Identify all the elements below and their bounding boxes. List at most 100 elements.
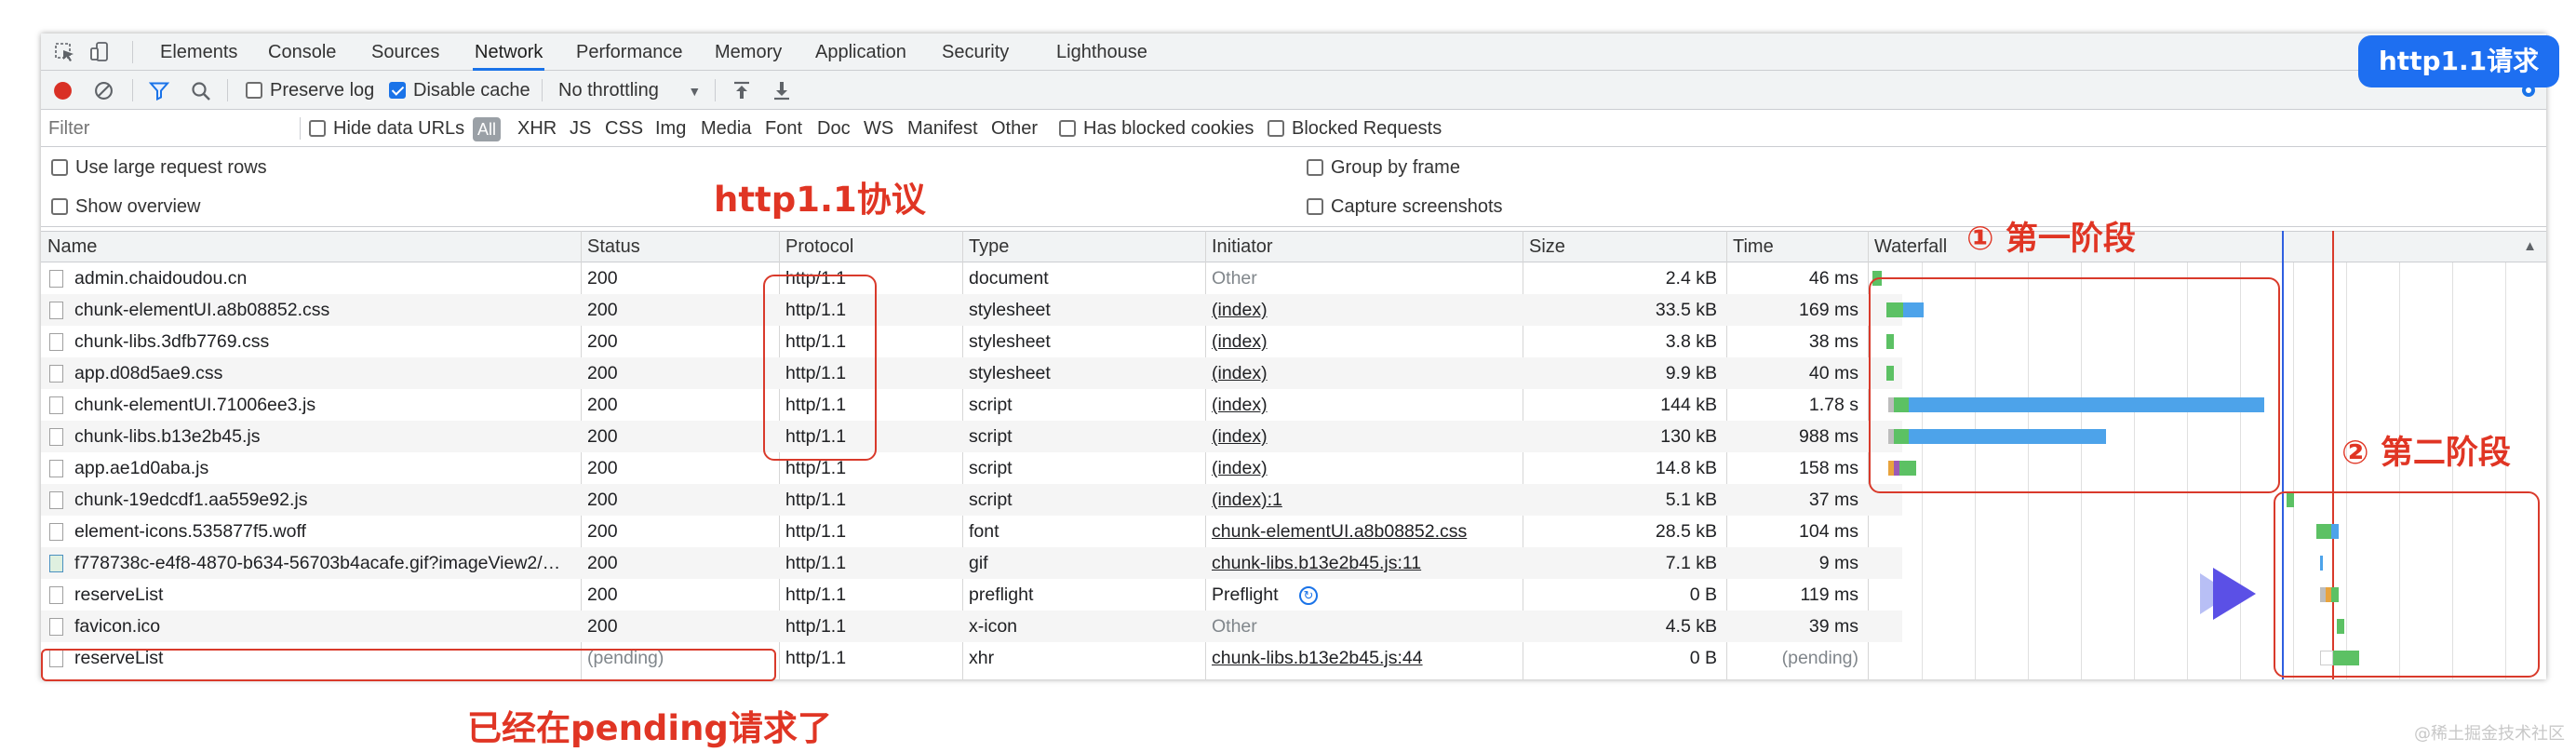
cell-initiator[interactable]: chunk-libs.b13e2b45.js:11 [1212,547,1519,579]
table-row[interactable]: app.ae1d0aba.js 200 http/1.1 script (index) 1… [41,452,1902,484]
table-row[interactable]: chunk-libs.b13e2b45.js 200 http/1.1 script(… [41,421,1902,452]
cell-name[interactable]: app.ae1d0aba.js [74,452,577,484]
hide-data-urls-label: Hide data URLs [333,118,465,139]
filter-type-font[interactable]: Font [765,110,802,147]
checkbox-box[interactable] [51,198,68,215]
cell-initiator[interactable]: (index) [1212,389,1519,421]
tab-performance[interactable]: Performance [576,34,683,71]
column-header-waterfall[interactable]: Waterfall [1868,232,1947,262]
cell-initiator[interactable]: (index) [1212,326,1519,357]
cell-initiator[interactable]: (index) [1212,452,1519,484]
filter-type-js[interactable]: JS [570,110,591,147]
requests-table-header: Name Status Protocol Type Initiator Size… [41,231,2546,262]
record-icon[interactable] [53,81,73,101]
table-row[interactable]: favicon.ico 200 http/1.1 x-icon Other 4.5 kB 3… [41,611,1902,642]
checkbox-box-checked[interactable] [389,82,406,99]
filter-type-all[interactable]: All [473,117,501,141]
checkbox-box[interactable] [1059,120,1076,137]
filter-type-manifest[interactable]: Manifest [907,110,978,147]
filter-icon[interactable] [149,81,169,101]
tab-application[interactable]: Application [815,34,906,71]
cell-name[interactable]: admin.chaidoudou.cn [74,262,577,294]
table-row[interactable]: chunk-elementUI.71006ee3.js 200 http/1.1 sc… [41,389,1902,421]
cell-time: 119 ms [1800,584,1859,605]
hide-data-urls-checkbox[interactable]: Hide data URLs [309,110,464,147]
cell-name[interactable]: element-icons.535877f5.woff [74,516,577,547]
table-row[interactable]: chunk-elementUI.a8b08852.css 200 http/1.1 s… [41,294,1902,326]
column-header-time[interactable]: Time [1726,232,1774,262]
cell-initiator[interactable]: (index) [1212,421,1519,452]
group-by-frame-checkbox[interactable]: Group by frame [1307,156,1460,179]
filter-type-other[interactable]: Other [991,110,1038,147]
cell-initiator[interactable]: (index) [1212,294,1519,326]
table-row[interactable]: element-icons.535877f5.woff 200 http/1.1 fo… [41,516,1902,547]
capture-screenshots-checkbox[interactable]: Capture screenshots [1307,195,1503,218]
table-row[interactable]: chunk-libs.3dfb7769.css 200 http/1.1 styles… [41,326,1902,357]
column-header-name[interactable]: Name [41,232,97,262]
filter-type-img[interactable]: Img [655,110,686,147]
inspect-element-icon[interactable] [54,42,76,62]
filter-type-xhr[interactable]: XHR [517,110,557,147]
preflight-link-icon[interactable]: ↻ [1299,586,1318,605]
tab-security[interactable]: Security [942,34,1009,71]
table-row[interactable]: f778738c-e4f8-4870-b634-56703b4acafe.gif… [41,547,1902,579]
checkbox-box[interactable] [1307,159,1323,176]
tab-console[interactable]: Console [268,34,336,71]
column-header-size[interactable]: Size [1523,232,1565,262]
cell-size: 144 kB [1660,395,1717,415]
disable-cache-checkbox[interactable]: Disable cache [389,71,530,110]
cell-initiator: Preflight [1212,584,1279,605]
cell-name[interactable]: chunk-elementUI.71006ee3.js [74,389,577,421]
tab-sources[interactable]: Sources [371,34,439,71]
table-row[interactable]: admin.chaidoudou.cn 200 http/1.1 document Ot… [41,262,1902,294]
checkbox-box[interactable] [51,159,68,176]
cell-protocol: http/1.1 [785,616,847,637]
blocked-requests-checkbox[interactable]: Blocked Requests [1268,110,1442,147]
tab-lighthouse[interactable]: Lighthouse [1056,34,1147,71]
export-har-icon[interactable] [771,80,792,101]
checkbox-box[interactable] [246,82,262,99]
table-row[interactable]: chunk-19edcdf1.aa559e92.js 200 http/1.1 scr… [41,484,1902,516]
cell-name[interactable]: app.d08d5ae9.css [74,357,577,389]
sort-arrow-icon[interactable]: ▲ [2523,232,2537,262]
cell-name[interactable]: f778738c-e4f8-4870-b634-56703b4acafe.gif… [74,547,577,579]
cell-type: stylesheet [969,363,1051,383]
checkbox-box[interactable] [1268,120,1284,137]
filter-type-doc[interactable]: Doc [817,110,851,147]
cell-name[interactable]: chunk-elementUI.a8b08852.css [74,294,577,326]
large-rows-checkbox[interactable]: Use large request rows [51,156,267,179]
device-toolbar-icon[interactable] [89,42,112,62]
preserve-log-checkbox[interactable]: Preserve log [246,71,374,110]
filter-type-media[interactable]: Media [701,110,751,147]
cell-name[interactable]: reserveList [74,579,577,611]
cell-initiator[interactable]: (index):1 [1212,484,1519,516]
column-header-type[interactable]: Type [962,232,1009,262]
cell-name[interactable]: chunk-libs.3dfb7769.css [74,326,577,357]
filter-type-ws[interactable]: WS [864,110,893,147]
cell-name[interactable]: chunk-19edcdf1.aa559e92.js [74,484,577,516]
checkbox-box[interactable] [1307,198,1323,215]
cell-time: 38 ms [1808,331,1858,352]
cell-name[interactable]: chunk-libs.b13e2b45.js [74,421,577,452]
column-header-status[interactable]: Status [581,232,640,262]
filter-type-css[interactable]: CSS [605,110,643,147]
checkbox-box[interactable] [309,120,326,137]
cell-initiator[interactable]: chunk-elementUI.a8b08852.css [1212,516,1519,547]
show-overview-checkbox[interactable]: Show overview [51,195,201,218]
cell-name[interactable]: favicon.ico [74,611,577,642]
clear-icon[interactable] [94,81,114,101]
filter-input[interactable] [48,115,292,141]
cell-initiator[interactable]: chunk-libs.b13e2b45.js:44 [1212,642,1519,674]
tab-memory[interactable]: Memory [715,34,782,71]
import-har-icon[interactable] [731,80,752,101]
tab-elements[interactable]: Elements [160,34,237,71]
cell-initiator[interactable]: (index) [1212,357,1519,389]
column-header-protocol[interactable]: Protocol [779,232,853,262]
column-header-initiator[interactable]: Initiator [1205,232,1273,262]
tab-network[interactable]: Network [473,34,545,71]
table-row[interactable]: app.d08d5ae9.css 200 http/1.1 stylesheet (in… [41,357,1902,389]
search-icon[interactable] [191,81,211,101]
table-row[interactable]: reserveList 200 http/1.1 preflight Preflight… [41,579,1902,611]
has-blocked-cookies-checkbox[interactable]: Has blocked cookies [1059,110,1254,147]
throttling-select[interactable]: No throttling ▼ [558,71,701,111]
